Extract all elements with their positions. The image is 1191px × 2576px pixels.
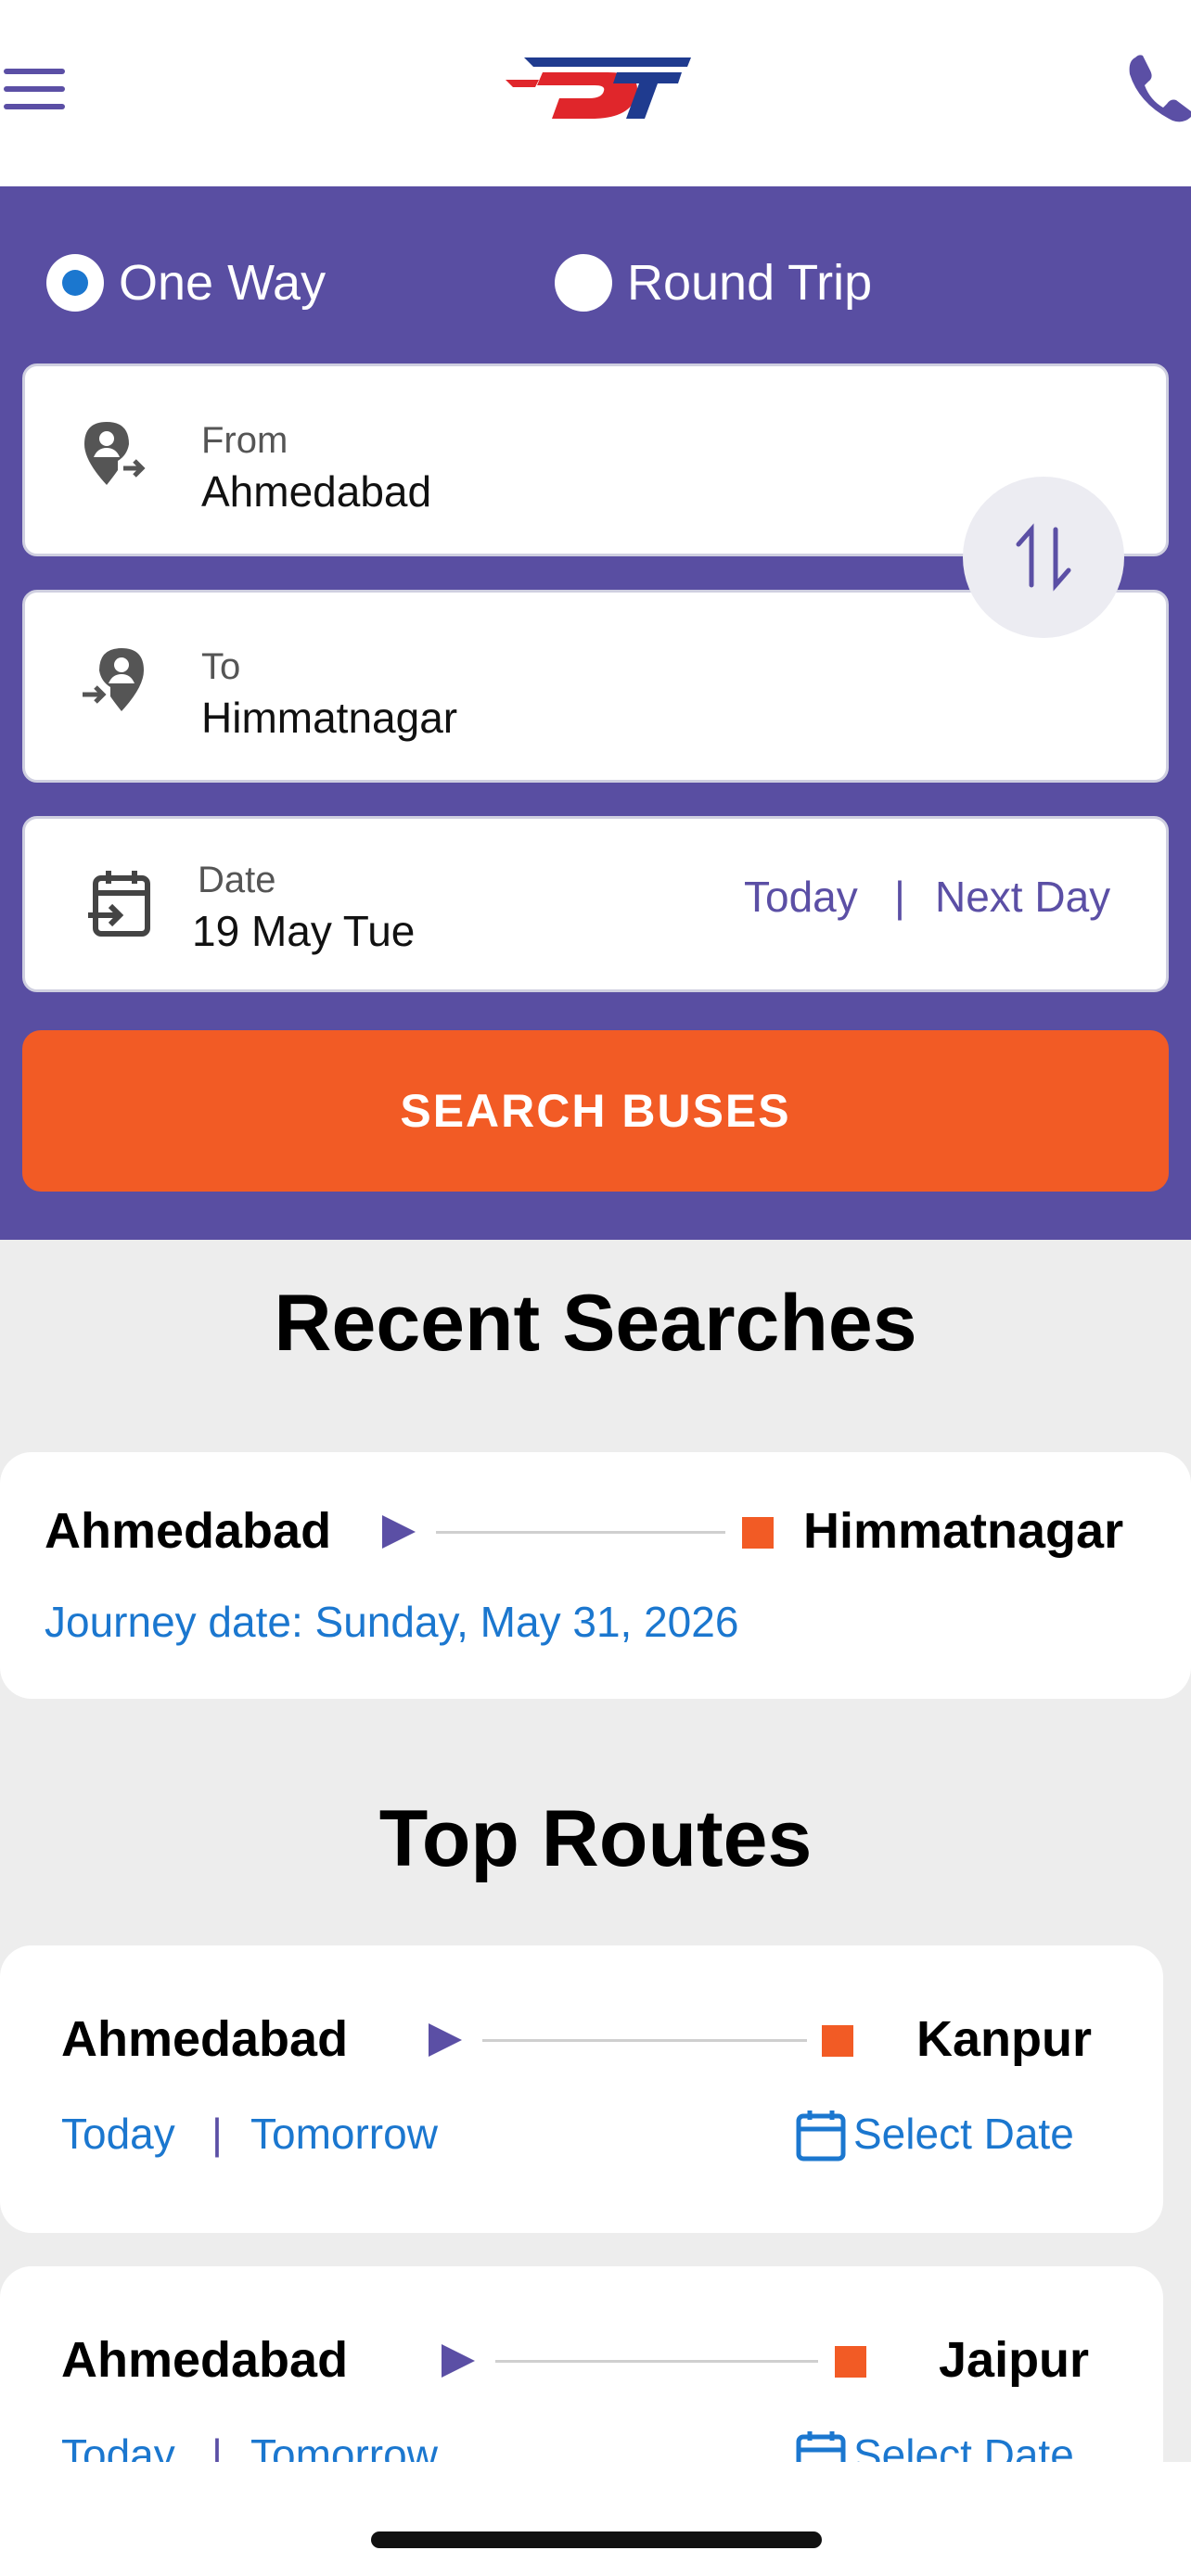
round-trip-radio[interactable] [555, 254, 612, 312]
route-tomorrow-link[interactable]: Tomorrow [250, 2109, 438, 2159]
location-from-icon [84, 422, 146, 485]
next-day-date-link[interactable]: Next Day [935, 872, 1110, 922]
route-line [436, 1531, 725, 1534]
route-from-city: Ahmedabad [61, 2332, 349, 2388]
route-today-link[interactable]: Today [61, 2109, 175, 2159]
route-from-city: Ahmedabad [61, 2011, 349, 2067]
top-route-card[interactable]: Ahmedabad Kanpur Today | Tomorrow Select… [0, 1945, 1163, 2233]
recent-search-card[interactable]: Ahmedabad Himmatnagar Journey date: Sund… [0, 1452, 1191, 1699]
today-date-link[interactable]: Today [744, 872, 858, 922]
app-header [0, 0, 1191, 186]
route-start-icon [429, 2023, 462, 2057]
to-value: Himmatnagar [201, 694, 458, 742]
route-end-icon [822, 2025, 853, 2057]
from-label: From [201, 420, 288, 461]
one-way-radio[interactable] [46, 254, 104, 312]
route-to-city: Kanpur [916, 2011, 1092, 2067]
search-buses-button[interactable]: SEARCH BUSES [22, 1030, 1169, 1192]
recent-to-city: Himmatnagar [803, 1503, 1124, 1559]
select-date-calendar-icon [796, 2111, 846, 2162]
one-way-label: One Way [119, 255, 327, 311]
one-way-option[interactable]: One Way [46, 250, 326, 315]
date-label: Date [198, 860, 276, 900]
hamburger-menu-icon[interactable] [0, 65, 74, 113]
recent-from-city: Ahmedabad [45, 1503, 332, 1559]
home-indicator[interactable] [371, 2531, 822, 2548]
route-end-icon [835, 2346, 866, 2378]
phone-icon[interactable] [1122, 46, 1191, 130]
from-value: Ahmedabad [201, 467, 432, 516]
swap-locations-button[interactable] [963, 477, 1124, 638]
route-separator: | [211, 2110, 223, 2158]
route-to-city: Jaipur [939, 2332, 1090, 2388]
date-separator: | [894, 873, 905, 921]
route-start-icon [382, 1515, 416, 1549]
route-line [495, 2360, 818, 2363]
top-routes-title: Top Routes [378, 1794, 813, 1883]
round-trip-option[interactable]: Round Trip [555, 250, 872, 315]
round-trip-label: Round Trip [627, 255, 873, 311]
swap-arrows-icon [1016, 523, 1071, 592]
route-end-icon [742, 1517, 774, 1549]
brand-logo[interactable] [506, 52, 700, 122]
recent-searches-title: Recent Searches [274, 1279, 917, 1368]
location-to-icon [83, 648, 144, 711]
bottom-safe-area [0, 2462, 1191, 2576]
route-line [482, 2039, 807, 2042]
route-select-date-link[interactable]: Select Date [853, 2109, 1074, 2159]
calendar-icon [88, 871, 150, 937]
route-start-icon [442, 2344, 475, 2378]
date-value: 19 May Tue [192, 907, 416, 955]
journey-date-text: Journey date: Sunday, May 31, 2026 [45, 1598, 739, 1646]
to-label: To [201, 646, 241, 687]
